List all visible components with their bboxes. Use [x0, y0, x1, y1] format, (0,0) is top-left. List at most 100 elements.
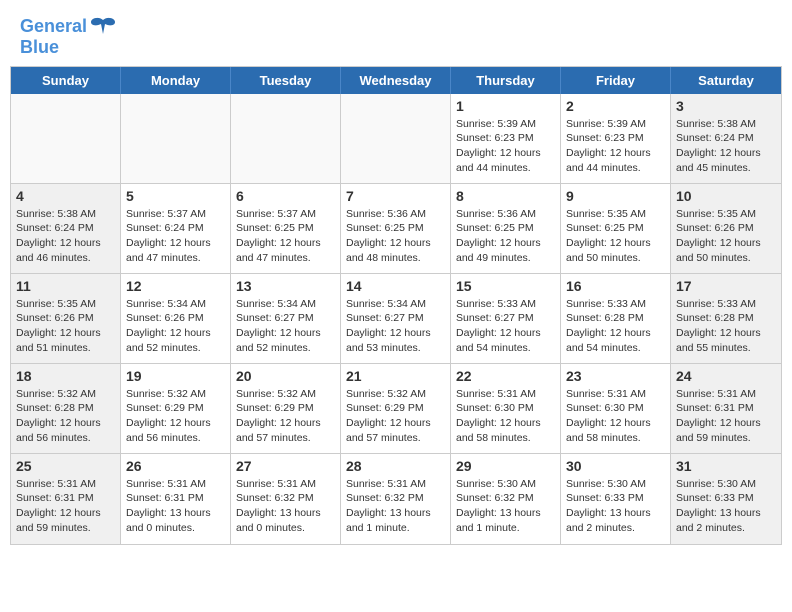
day-number: 18	[16, 368, 115, 384]
day-headers-row: SundayMondayTuesdayWednesdayThursdayFrid…	[11, 67, 781, 94]
day-number: 11	[16, 278, 115, 294]
cell-info: Sunrise: 5:31 AMSunset: 6:32 PMDaylight:…	[236, 477, 335, 536]
cell-info: Sunrise: 5:35 AMSunset: 6:25 PMDaylight:…	[566, 207, 665, 266]
cell-info: Sunrise: 5:39 AMSunset: 6:23 PMDaylight:…	[566, 117, 665, 176]
day-number: 3	[676, 98, 776, 114]
day-number: 9	[566, 188, 665, 204]
day-number: 14	[346, 278, 445, 294]
day-header-thursday: Thursday	[451, 67, 561, 94]
cell-info: Sunrise: 5:36 AMSunset: 6:25 PMDaylight:…	[456, 207, 555, 266]
table-row: 29Sunrise: 5:30 AMSunset: 6:32 PMDayligh…	[451, 454, 561, 544]
day-number: 2	[566, 98, 665, 114]
cell-info: Sunrise: 5:30 AMSunset: 6:33 PMDaylight:…	[566, 477, 665, 536]
day-number: 26	[126, 458, 225, 474]
table-row: 31 Sunrise: 5:30 AMSunset: 6:33 PMDayligh…	[671, 454, 781, 544]
page-header: General Blue	[0, 0, 792, 66]
table-row: 19 Sunrise: 5:32 AMSunset: 6:29 PMDayligh…	[121, 364, 231, 454]
day-header-wednesday: Wednesday	[341, 67, 451, 94]
cell-info: Sunrise: 5:31 AMSunset: 6:31 PMDaylight:…	[126, 477, 225, 536]
cell-info: Sunrise: 5:32 AMSunset: 6:29 PMDaylight:…	[346, 387, 445, 446]
day-number: 29	[456, 458, 555, 474]
cell-info: Sunrise: 5:34 AMSunset: 6:27 PMDaylight:…	[346, 297, 445, 356]
table-row: 22 Sunrise: 5:31 AMSunset: 6:30 PMDayligh…	[451, 364, 561, 454]
cell-info: Sunrise: 5:33 AMSunset: 6:27 PMDaylight:…	[456, 297, 555, 356]
calendar-grid: 1 Sunrise: 5:39 AMSunset: 6:23 PMDaylight…	[11, 94, 781, 544]
day-header-monday: Monday	[121, 67, 231, 94]
cell-info: Sunrise: 5:31 AMSunset: 6:31 PMDaylight:…	[16, 477, 115, 536]
table-row: 21 Sunrise: 5:32 AMSunset: 6:29 PMDayligh…	[341, 364, 451, 454]
page-container: General Blue SundayMondayTuesdayWednesda…	[0, 0, 792, 545]
cell-info: Sunrise: 5:31 AMSunset: 6:31 PMDaylight:…	[676, 387, 776, 446]
cell-info: Sunrise: 5:38 AMSunset: 6:24 PMDaylight:…	[676, 117, 776, 176]
cell-info: Sunrise: 5:37 AMSunset: 6:25 PMDaylight:…	[236, 207, 335, 266]
table-row: 16 Sunrise: 5:33 AMSunset: 6:28 PMDayligh…	[561, 274, 671, 364]
table-row: 11 Sunrise: 5:35 AMSunset: 6:26 PMDayligh…	[11, 274, 121, 364]
cell-info: Sunrise: 5:37 AMSunset: 6:24 PMDaylight:…	[126, 207, 225, 266]
logo-icon	[89, 16, 117, 38]
table-row: 30 Sunrise: 5:30 AMSunset: 6:33 PMDayligh…	[561, 454, 671, 544]
cell-info: Sunrise: 5:30 AMSunset: 6:33 PMDaylight:…	[676, 477, 776, 536]
day-number: 7	[346, 188, 445, 204]
table-row: 18 Sunrise: 5:32 AMSunset: 6:28 PMDayligh…	[11, 364, 121, 454]
table-row	[341, 94, 451, 184]
cell-info: Sunrise: 5:33 AMSunset: 6:28 PMDaylight:…	[566, 297, 665, 356]
day-number: 31	[676, 458, 776, 474]
table-row: 6 Sunrise: 5:37 AMSunset: 6:25 PMDaylight…	[231, 184, 341, 274]
cell-info: Sunrise: 5:32 AMSunset: 6:29 PMDaylight:…	[126, 387, 225, 446]
day-number: 24	[676, 368, 776, 384]
cell-info: Sunrise: 5:31 AMSunset: 6:30 PMDaylight:…	[566, 387, 665, 446]
cell-info: Sunrise: 5:31 AMSunset: 6:30 PMDaylight:…	[456, 387, 555, 446]
day-number: 21	[346, 368, 445, 384]
day-number: 13	[236, 278, 335, 294]
table-row: 27 Sunrise: 5:31 AMSunset: 6:32 PMDayligh…	[231, 454, 341, 544]
table-row	[11, 94, 121, 184]
day-number: 8	[456, 188, 555, 204]
cell-info: Sunrise: 5:34 AMSunset: 6:27 PMDaylight:…	[236, 297, 335, 356]
cell-info: Sunrise: 5:36 AMSunset: 6:25 PMDaylight:…	[346, 207, 445, 266]
table-row: 26 Sunrise: 5:31 AMSunset: 6:31 PMDayligh…	[121, 454, 231, 544]
table-row: 12Sunrise: 5:34 AMSunset: 6:26 PMDayligh…	[121, 274, 231, 364]
day-number: 28	[346, 458, 445, 474]
cell-info: Sunrise: 5:39 AMSunset: 6:23 PMDaylight:…	[456, 117, 555, 176]
day-number: 4	[16, 188, 115, 204]
cell-info: Sunrise: 5:33 AMSunset: 6:28 PMDaylight:…	[676, 297, 776, 356]
day-number: 20	[236, 368, 335, 384]
logo-blue-text: Blue	[20, 38, 59, 58]
day-header-sunday: Sunday	[11, 67, 121, 94]
cell-info: Sunrise: 5:34 AMSunset: 6:26 PMDaylight:…	[126, 297, 225, 356]
cell-info: Sunrise: 5:38 AMSunset: 6:24 PMDaylight:…	[16, 207, 115, 266]
day-header-tuesday: Tuesday	[231, 67, 341, 94]
day-header-saturday: Saturday	[671, 67, 781, 94]
cell-info: Sunrise: 5:35 AMSunset: 6:26 PMDaylight:…	[16, 297, 115, 356]
table-row	[121, 94, 231, 184]
day-number: 23	[566, 368, 665, 384]
day-number: 15	[456, 278, 555, 294]
table-row: 23 Sunrise: 5:31 AMSunset: 6:30 PMDayligh…	[561, 364, 671, 454]
table-row	[231, 94, 341, 184]
day-number: 25	[16, 458, 115, 474]
day-number: 19	[126, 368, 225, 384]
table-row: 9 Sunrise: 5:35 AMSunset: 6:25 PMDaylight…	[561, 184, 671, 274]
table-row: 15 Sunrise: 5:33 AMSunset: 6:27 PMDayligh…	[451, 274, 561, 364]
table-row: 1 Sunrise: 5:39 AMSunset: 6:23 PMDaylight…	[451, 94, 561, 184]
table-row: 20Sunrise: 5:32 AMSunset: 6:29 PMDayligh…	[231, 364, 341, 454]
table-row: 24 Sunrise: 5:31 AMSunset: 6:31 PMDayligh…	[671, 364, 781, 454]
cell-info: Sunrise: 5:31 AMSunset: 6:32 PMDaylight:…	[346, 477, 445, 536]
table-row: 10Sunrise: 5:35 AMSunset: 6:26 PMDayligh…	[671, 184, 781, 274]
table-row: 14 Sunrise: 5:34 AMSunset: 6:27 PMDayligh…	[341, 274, 451, 364]
logo-text: General	[20, 17, 87, 37]
day-number: 27	[236, 458, 335, 474]
cell-info: Sunrise: 5:32 AMSunset: 6:28 PMDaylight:…	[16, 387, 115, 446]
table-row: 17 Sunrise: 5:33 AMSunset: 6:28 PMDayligh…	[671, 274, 781, 364]
day-number: 16	[566, 278, 665, 294]
table-row: 8 Sunrise: 5:36 AMSunset: 6:25 PMDaylight…	[451, 184, 561, 274]
day-header-friday: Friday	[561, 67, 671, 94]
day-number: 6	[236, 188, 335, 204]
day-number: 30	[566, 458, 665, 474]
day-number: 17	[676, 278, 776, 294]
logo: General Blue	[20, 16, 117, 58]
table-row: 7 Sunrise: 5:36 AMSunset: 6:25 PMDaylight…	[341, 184, 451, 274]
table-row: 4 Sunrise: 5:38 AMSunset: 6:24 PMDaylight…	[11, 184, 121, 274]
day-number: 1	[456, 98, 555, 114]
day-number: 22	[456, 368, 555, 384]
